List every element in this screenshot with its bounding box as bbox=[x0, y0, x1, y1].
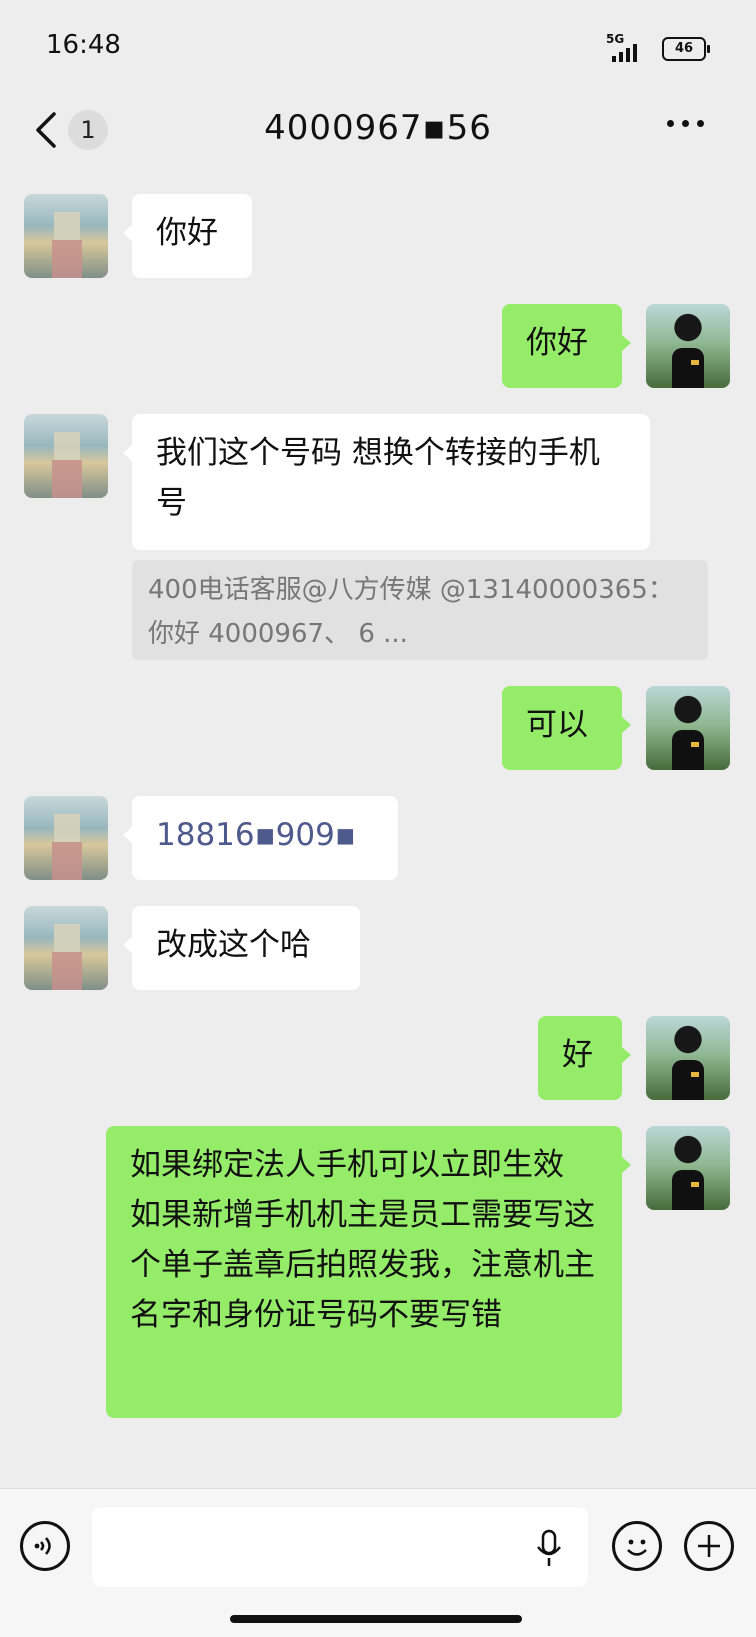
emoji-icon[interactable] bbox=[612, 1521, 662, 1571]
user-avatar[interactable] bbox=[646, 304, 730, 388]
message-bubble-incoming[interactable]: 你好 bbox=[123, 194, 252, 278]
message-text: 你好 bbox=[526, 325, 588, 361]
contact-avatar[interactable] bbox=[24, 906, 108, 990]
home-indicator[interactable] bbox=[230, 1615, 522, 1623]
user-avatar[interactable] bbox=[646, 686, 730, 770]
message-bubble-incoming[interactable]: 改成这个哈 bbox=[123, 906, 360, 990]
more-options-icon[interactable] bbox=[667, 120, 704, 127]
message-text: 你好 bbox=[156, 215, 218, 251]
input-bar bbox=[0, 1488, 756, 1637]
message-text: 可以 bbox=[526, 707, 588, 743]
contact-avatar[interactable] bbox=[24, 194, 108, 278]
message-bubble-outgoing[interactable]: 如果绑定法人手机可以立即生效 如果新增手机机主是员工需要写这个单子盖章后拍照发我… bbox=[106, 1126, 631, 1418]
user-avatar[interactable] bbox=[646, 1126, 730, 1210]
message-input[interactable] bbox=[92, 1507, 588, 1587]
signal-icon: 5G bbox=[606, 32, 650, 62]
mic-icon[interactable] bbox=[534, 1529, 564, 1569]
battery-icon: 46 bbox=[662, 37, 710, 61]
user-avatar[interactable] bbox=[646, 1016, 730, 1100]
status-bar: 16:48 5G 46 bbox=[0, 0, 756, 100]
quote-text: 400电话客服@八方传媒 @13140000365：你好 4000967、 6 … bbox=[148, 575, 674, 649]
status-time: 16:48 bbox=[46, 30, 121, 60]
message-text: 好 bbox=[562, 1037, 593, 1073]
message-text: 如果绑定法人手机可以立即生效 如果新增手机机主是员工需要写这个单子盖章后拍照发我… bbox=[130, 1147, 595, 1333]
voice-icon[interactable] bbox=[20, 1521, 70, 1571]
message-bubble-outgoing[interactable]: 好 bbox=[538, 1016, 631, 1100]
plus-icon[interactable] bbox=[684, 1521, 734, 1571]
status-indicators: 5G 46 bbox=[606, 32, 710, 62]
message-text: 我们这个号码 想换个转接的手机号 bbox=[156, 435, 600, 521]
message-bubble-incoming[interactable]: 我们这个号码 想换个转接的手机号 bbox=[123, 414, 650, 550]
contact-avatar[interactable] bbox=[24, 414, 108, 498]
message-bubble-outgoing[interactable]: 你好 bbox=[502, 304, 631, 388]
contact-avatar[interactable] bbox=[24, 796, 108, 880]
message-bubble-outgoing[interactable]: 可以 bbox=[502, 686, 631, 770]
phone-number-text[interactable]: 18816▪909▪ bbox=[156, 817, 356, 853]
quoted-message[interactable]: 400电话客服@八方传媒 @13140000365：你好 4000967、 6 … bbox=[132, 560, 708, 660]
message-text: 改成这个哈 bbox=[156, 927, 311, 963]
chat-header: 1 4000967▪56 bbox=[0, 90, 756, 170]
message-bubble-incoming[interactable]: 18816▪909▪ bbox=[123, 796, 398, 880]
chat-title: 4000967▪56 bbox=[264, 108, 492, 148]
